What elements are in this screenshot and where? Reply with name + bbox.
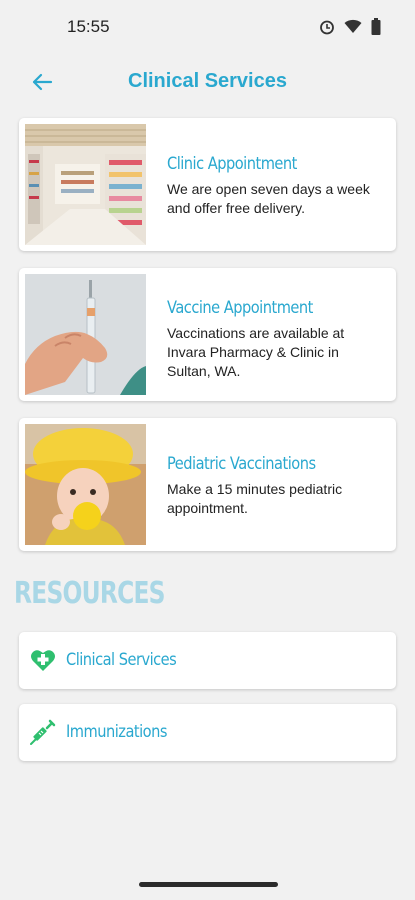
wifi-icon (344, 19, 362, 33)
card-title: Clinic Appointment (167, 154, 297, 174)
status-time: 15:55 (67, 17, 110, 36)
card-text: Vaccine Appointment Vaccinations are ava… (167, 298, 384, 381)
resource-label: Clinical Services (66, 650, 177, 670)
syringe-hand-image (25, 274, 146, 395)
vaccine-appointment-card[interactable]: Vaccine Appointment Vaccinations are ava… (19, 268, 396, 401)
resource-item-clinical-services[interactable]: Clinical Services (19, 632, 396, 689)
card-title: Vaccine Appointment (167, 298, 313, 318)
pediatric-vaccinations-card[interactable]: Pediatric Vaccinations Make a 15 minutes… (19, 418, 396, 551)
app-bar: Clinical Services (0, 56, 415, 108)
status-bar: 15:55 (0, 0, 415, 56)
resource-item-immunizations[interactable]: Immunizations (19, 704, 396, 761)
alarm-icon (320, 20, 334, 34)
card-description: Vaccinations are available at Invara Pha… (167, 325, 345, 379)
card-title: Pediatric Vaccinations (167, 454, 316, 474)
resources-heading: RESOURCES (14, 576, 166, 611)
status-icons (319, 18, 381, 35)
resource-label: Immunizations (66, 722, 167, 742)
card-text: Pediatric Vaccinations Make a 15 minutes… (167, 454, 384, 518)
page-title: Clinical Services (128, 70, 287, 92)
syringe-icon (30, 719, 56, 745)
heart-plus-icon (31, 650, 55, 671)
battery-icon (371, 18, 381, 35)
baby-with-lemon-image (25, 424, 146, 545)
card-description: We are open seven days a week and offer … (167, 181, 370, 216)
pharmacy-interior-image (25, 124, 146, 245)
card-text: Clinic Appointment We are open seven day… (167, 154, 384, 218)
card-description: Make a 15 minutes pediatric appointment. (167, 481, 343, 516)
home-indicator[interactable] (139, 882, 278, 887)
clinic-appointment-card[interactable]: Clinic Appointment We are open seven day… (19, 118, 396, 251)
